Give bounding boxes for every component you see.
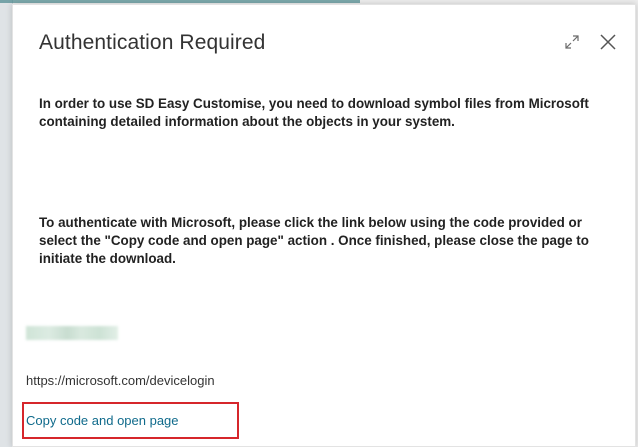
symbol-files-info-text: In order to use SD Easy Customise, you n…	[39, 96, 589, 129]
device-code-redacted	[26, 326, 118, 340]
dialog-title-actions	[561, 31, 619, 53]
expand-icon[interactable]	[561, 31, 583, 53]
device-login-link[interactable]: https://microsoft.com/devicelogin	[26, 373, 215, 388]
dialog-title: Authentication Required	[39, 31, 266, 54]
copy-code-and-open-page-link[interactable]: Copy code and open page	[26, 413, 179, 428]
background-accent-line	[0, 0, 360, 3]
authenticate-instructions-text: To authenticate with Microsoft, please c…	[39, 215, 589, 266]
close-icon[interactable]	[597, 31, 619, 53]
